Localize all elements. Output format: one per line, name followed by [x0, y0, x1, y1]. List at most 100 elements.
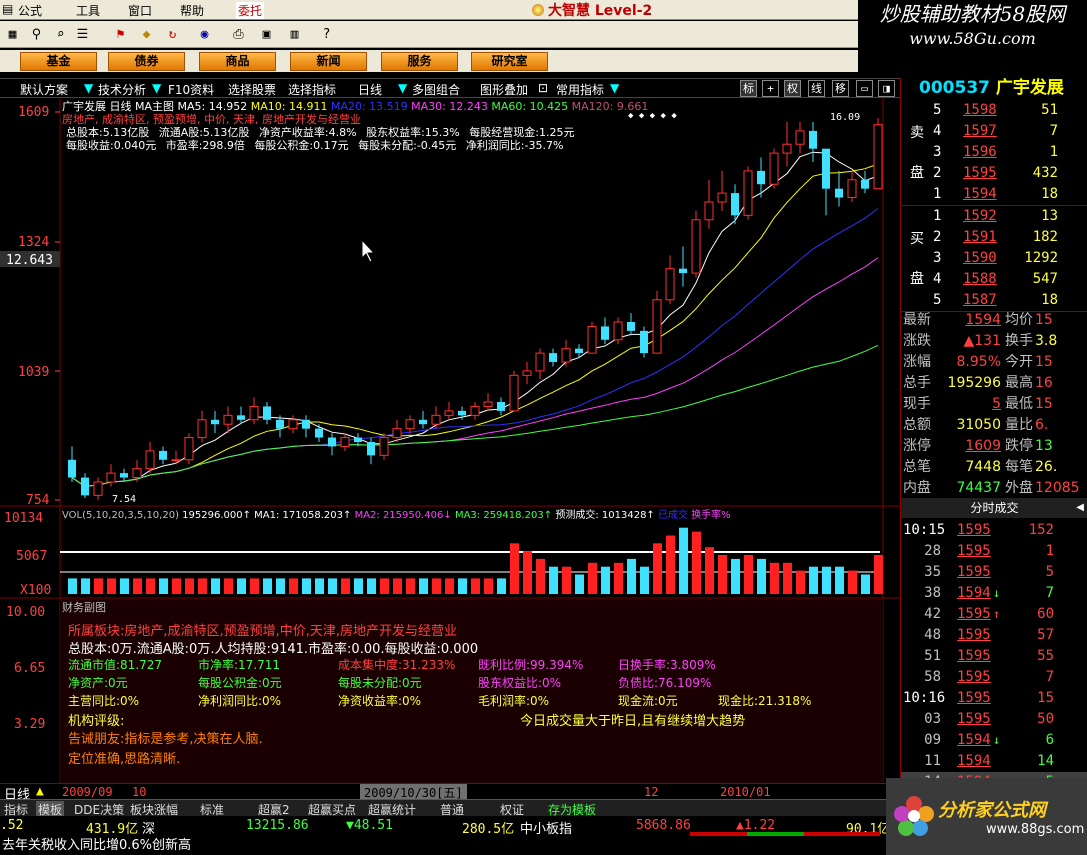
tab-common-indicator[interactable]: 常用指标	[556, 81, 604, 98]
menu-help[interactable]: 帮助	[180, 2, 204, 19]
sell-row[interactable]: 4 1597 7	[901, 121, 1087, 142]
help-icon[interactable]: ?	[318, 26, 335, 43]
app-icon[interactable]: ▤	[2, 2, 13, 16]
binoculars-icon[interactable]: ⌕	[52, 26, 69, 43]
trade-row[interactable]: 09 1594 ↓ 6	[901, 730, 1087, 751]
stat-row: 总手 195296 最高 16	[901, 373, 1087, 394]
vol-ma2-label: MA2: 215950.406↓	[354, 510, 452, 521]
volume-bar	[224, 578, 233, 594]
sell-row[interactable]: 1 1594 18	[901, 184, 1087, 205]
grid-icon[interactable]: ▦	[4, 26, 21, 43]
list-icon[interactable]: ☰	[74, 26, 91, 43]
news-ticker[interactable]: 去年关税收入同比增0.6%创新高	[0, 836, 900, 855]
nav-commodity-button[interactable]: 商品	[199, 52, 276, 71]
line-button[interactable]: 线	[808, 80, 825, 97]
stat-value: 74437	[956, 480, 1001, 496]
ticker-item[interactable]: 深	[142, 818, 155, 837]
trade-row[interactable]: 10:15 1595 152	[901, 520, 1087, 541]
globe-icon[interactable]: ◉	[196, 26, 213, 43]
tab-technical[interactable]: 技术分析	[98, 81, 146, 98]
sell-row[interactable]: 2 1595 432	[901, 163, 1087, 184]
ticker-item[interactable]: 中小板指	[520, 818, 572, 837]
y-tick-label: 1324	[18, 235, 49, 250]
trade-tab[interactable]: 分时成交 ◀	[901, 498, 1087, 518]
trade-row[interactable]: 03 1595 50	[901, 709, 1087, 730]
trade-row[interactable]: 48 1595 57	[901, 625, 1087, 646]
trade-row[interactable]: 11 1594 14	[901, 751, 1087, 772]
trade-row[interactable]: 28 1595 1	[901, 541, 1087, 562]
volume-bar	[653, 543, 662, 594]
nav-fund-button[interactable]: 基金	[20, 52, 97, 71]
petal	[918, 806, 934, 822]
books-icon[interactable]: ▥	[286, 26, 303, 43]
menu-entrust[interactable]: 委托	[236, 2, 265, 19]
nav-bond-button[interactable]: 债券	[108, 52, 185, 71]
window-icon[interactable]: ▣	[258, 26, 275, 43]
flag-icon[interactable]: ⚑	[112, 26, 129, 43]
site-logo-banner: 分析家公式网 www.88gs.com	[886, 778, 1087, 855]
search-icon[interactable]: ⚲	[28, 26, 45, 43]
stock-name: 广宇发展	[995, 78, 1064, 98]
warning-icon: ▲	[36, 784, 44, 799]
vol-tick-label: 5067	[16, 549, 47, 564]
crosshair-icon[interactable]: +	[762, 80, 779, 97]
tab-f10[interactable]: F10资料	[168, 81, 214, 98]
index-ticker: .52 431.9亿 深 13215.86 ▼48.51 280.5亿 中小板指…	[0, 816, 900, 837]
dropdown-arrow-icon[interactable]: ▼	[84, 81, 93, 95]
trade-row[interactable]: 38 1594 ↓ 7	[901, 583, 1087, 604]
tab-select-stock[interactable]: 选择股票	[228, 81, 276, 98]
move-button[interactable]: 移	[832, 80, 849, 97]
dropdown-arrow-icon[interactable]: ▼	[398, 81, 407, 95]
candle-body	[587, 325, 597, 354]
trade-row[interactable]: 51 1595 55	[901, 646, 1087, 667]
buy-row[interactable]: 2 1591 182	[901, 227, 1087, 248]
trade-row[interactable]: 58 1595 7	[901, 667, 1087, 688]
volume-bar	[185, 578, 194, 594]
candle-body	[106, 472, 116, 483]
lock-icon[interactable]: ⊡	[538, 81, 548, 95]
buy-row[interactable]: 1 1592 13	[901, 206, 1087, 227]
sell-row[interactable]: 5 1598 51	[901, 100, 1087, 121]
nav-news-button[interactable]: 新闻	[290, 52, 367, 71]
dropdown-arrow-icon[interactable]: ▼	[152, 81, 161, 95]
volume-bar	[731, 558, 740, 594]
diamond-icon[interactable]: ◆	[138, 26, 155, 43]
tab-multi-chart[interactable]: 多图组合	[412, 81, 460, 98]
candle-body	[613, 321, 623, 341]
trade-time: 28	[924, 543, 941, 559]
tab-select-indicator[interactable]: 选择指标	[288, 81, 336, 98]
nav-service-button[interactable]: 服务	[381, 52, 458, 71]
tab-overlay[interactable]: 图形叠加	[480, 81, 528, 98]
volume-bar	[809, 566, 818, 594]
stat-label: 涨跌	[903, 333, 931, 349]
buy-row[interactable]: 3 1590 1292	[901, 248, 1087, 269]
trade-row[interactable]: 35 1595 5	[901, 562, 1087, 583]
window-split-icon[interactable]: ▭	[856, 80, 873, 97]
tab-default-scheme[interactable]: 默认方案	[20, 81, 68, 98]
sell-row[interactable]: 3 1596 1	[901, 142, 1087, 163]
menu-window[interactable]: 窗口	[128, 2, 152, 19]
candle-body	[640, 330, 648, 354]
candle-body	[302, 419, 310, 429]
menu-tools[interactable]: 工具	[76, 2, 100, 19]
refresh-icon[interactable]: ↻	[164, 26, 181, 43]
rights-button[interactable]: 权	[784, 80, 801, 97]
trade-row[interactable]: 10:16 1595 15	[901, 688, 1087, 709]
trade-time: 10:15	[903, 522, 946, 538]
buy-row[interactable]: 4 1588 547	[901, 269, 1087, 290]
trade-price: 1595	[957, 648, 991, 664]
nav-research-button[interactable]: 研究室	[471, 52, 548, 71]
trade-row[interactable]: 42 1595 ↑ 60	[901, 604, 1087, 625]
volume-bar	[367, 578, 376, 594]
menu-formula[interactable]: 公式	[18, 2, 42, 19]
tab-daily[interactable]: 日线	[358, 81, 382, 98]
date-label: 12	[644, 785, 659, 799]
volume-bar	[289, 578, 298, 594]
dropdown-arrow-icon[interactable]: ▼	[610, 81, 619, 95]
expand-icon[interactable]: ◨	[878, 80, 895, 97]
buy-row[interactable]: 5 1587 18	[901, 290, 1087, 311]
print-icon[interactable]: ⎙	[230, 26, 247, 43]
volume-bar	[718, 555, 727, 594]
volume-bar	[211, 578, 220, 594]
mark-button[interactable]: 标	[740, 80, 757, 97]
